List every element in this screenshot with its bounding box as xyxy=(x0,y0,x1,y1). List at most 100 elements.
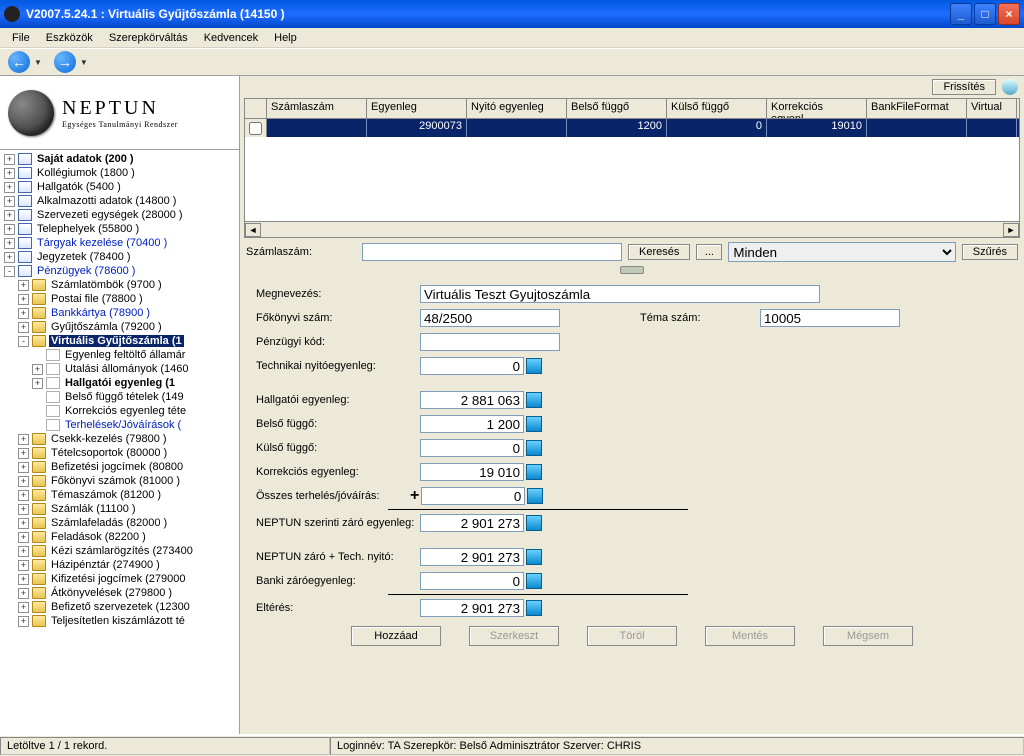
input-penzugyi[interactable] xyxy=(420,333,560,351)
tree-node[interactable]: +Kifizetési jogcímek (279000 xyxy=(0,572,239,586)
input-banki[interactable] xyxy=(420,572,524,590)
tree-node[interactable]: +Gyűjtőszámla (79200 ) xyxy=(0,320,239,334)
search-more-button[interactable]: ... xyxy=(696,244,722,260)
tree-node[interactable]: +Utalási állományok (1460 xyxy=(0,362,239,376)
input-osszes[interactable] xyxy=(421,487,525,505)
expand-icon[interactable]: + xyxy=(32,364,43,375)
calc-icon[interactable] xyxy=(526,416,542,432)
tree-node[interactable]: Egyenleg feltöltő államár xyxy=(0,348,239,362)
expand-icon[interactable]: + xyxy=(18,462,29,473)
expand-icon[interactable]: + xyxy=(18,322,29,333)
input-technikai[interactable] xyxy=(420,357,524,375)
tree-node[interactable]: -Virtuális Gyűjtőszámla (1 xyxy=(0,334,239,348)
expand-icon[interactable]: + xyxy=(18,504,29,515)
calc-icon[interactable] xyxy=(526,358,542,374)
expand-icon[interactable]: + xyxy=(18,308,29,319)
input-fokonyvi[interactable] xyxy=(420,309,560,327)
tree-node[interactable]: +Feladások (82200 ) xyxy=(0,530,239,544)
expand-icon[interactable] xyxy=(32,406,43,417)
expand-icon[interactable]: + xyxy=(18,280,29,291)
input-belso[interactable] xyxy=(420,415,524,433)
col-szamlaszam[interactable]: Számlaszám xyxy=(267,99,367,118)
input-tema[interactable] xyxy=(760,309,900,327)
grid-hscroll[interactable]: ◄ ► xyxy=(245,221,1019,237)
col-belso[interactable]: Belső függő xyxy=(567,99,667,118)
tree-node[interactable]: +Jegyzetek (78400 ) xyxy=(0,250,239,264)
tree-node[interactable]: +Postai file (78800 ) xyxy=(0,292,239,306)
input-korrekcio[interactable] xyxy=(420,463,524,481)
refresh-button[interactable]: Frissítés xyxy=(932,79,996,95)
expand-icon[interactable]: + xyxy=(32,378,43,389)
calc-icon[interactable] xyxy=(526,440,542,456)
tree-node[interactable]: +Szervezeti egységek (28000 ) xyxy=(0,208,239,222)
minimize-button[interactable]: _ xyxy=(950,3,972,25)
col-virtual[interactable]: Virtual xyxy=(967,99,1017,118)
expand-icon[interactable]: + xyxy=(18,616,29,627)
calc-icon[interactable] xyxy=(526,600,542,616)
globe-icon[interactable] xyxy=(1002,79,1018,95)
expand-icon[interactable]: + xyxy=(4,154,15,165)
tree-node[interactable]: +Kézi számlarögzítés (273400 xyxy=(0,544,239,558)
tree-node[interactable]: +Átkönyvelések (279800 ) xyxy=(0,586,239,600)
tree-node[interactable]: +Főkönyvi számok (81000 ) xyxy=(0,474,239,488)
col-egyenleg[interactable]: Egyenleg xyxy=(367,99,467,118)
tree-node[interactable]: +Kollégiumok (1800 ) xyxy=(0,166,239,180)
expand-icon[interactable]: + xyxy=(18,546,29,557)
menu-help[interactable]: Help xyxy=(266,30,305,46)
calc-icon[interactable] xyxy=(526,549,542,565)
maximize-button[interactable]: □ xyxy=(974,3,996,25)
tree-node[interactable]: +Témaszámok (81200 ) xyxy=(0,488,239,502)
filter-button[interactable]: Szűrés xyxy=(962,244,1018,260)
add-button[interactable]: Hozzáad xyxy=(351,626,441,646)
expand-icon[interactable]: + xyxy=(18,518,29,529)
tree-node[interactable]: +Házipénztár (274900 ) xyxy=(0,558,239,572)
expand-icon[interactable]: + xyxy=(4,182,15,193)
collapse-icon[interactable]: - xyxy=(18,336,29,347)
input-megnevezes[interactable] xyxy=(420,285,820,303)
tree-node[interactable]: +Tárgyak kezelése (70400 ) xyxy=(0,236,239,250)
delete-button[interactable]: Töröl xyxy=(587,626,677,646)
tree-node[interactable]: +Befizetési jogcímek (80800 xyxy=(0,460,239,474)
tree-node[interactable]: +Tételcsoportok (80000 ) xyxy=(0,446,239,460)
filter-select[interactable]: Minden xyxy=(728,242,955,262)
tree-node[interactable]: +Befizető szervezetek (12300 xyxy=(0,600,239,614)
col-nyito[interactable]: Nyitó egyenleg xyxy=(467,99,567,118)
nav-forward-button[interactable]: → xyxy=(54,51,76,73)
scroll-left-icon[interactable]: ◄ xyxy=(245,223,261,237)
calc-icon[interactable] xyxy=(526,464,542,480)
expand-icon[interactable] xyxy=(32,420,43,431)
expand-icon[interactable]: + xyxy=(4,224,15,235)
search-button[interactable]: Keresés xyxy=(628,244,690,260)
tree-node[interactable]: +Hallgatók (5400 ) xyxy=(0,180,239,194)
tree-node[interactable]: +Bankkártya (78900 ) xyxy=(0,306,239,320)
expand-icon[interactable] xyxy=(32,350,43,361)
nav-forward-dropdown[interactable]: ▼ xyxy=(80,58,88,67)
tree-node[interactable]: +Hallgatói egyenleg (1 xyxy=(0,376,239,390)
expand-icon[interactable]: + xyxy=(18,490,29,501)
calc-icon[interactable] xyxy=(526,392,542,408)
menu-file[interactable]: File xyxy=(4,30,38,46)
save-button[interactable]: Mentés xyxy=(705,626,795,646)
tree-node[interactable]: +Csekk-kezelés (79800 ) xyxy=(0,432,239,446)
input-kulso[interactable] xyxy=(420,439,524,457)
collapse-icon[interactable]: - xyxy=(4,266,15,277)
tree-node[interactable]: +Saját adatok (200 ) xyxy=(0,152,239,166)
tree-node[interactable]: Belső függő tételek (149 xyxy=(0,390,239,404)
input-hallgatoi[interactable] xyxy=(420,391,524,409)
data-grid[interactable]: Számlaszám Egyenleg Nyitó egyenleg Belső… xyxy=(244,98,1020,238)
edit-button[interactable]: Szerkeszt xyxy=(469,626,559,646)
input-neptun-zaro[interactable] xyxy=(420,514,524,532)
expand-icon[interactable]: + xyxy=(18,560,29,571)
close-button[interactable]: × xyxy=(998,3,1020,25)
menu-favorites[interactable]: Kedvencek xyxy=(196,30,266,46)
expand-icon[interactable]: + xyxy=(18,532,29,543)
tree-node[interactable]: -Pénzügyek (78600 ) xyxy=(0,264,239,278)
col-kulso[interactable]: Külső függő xyxy=(667,99,767,118)
tree-node[interactable]: +Alkalmazotti adatok (14800 ) xyxy=(0,194,239,208)
col-korrekcio[interactable]: Korrekciós egyenl... xyxy=(767,99,867,118)
row-checkbox[interactable] xyxy=(249,122,262,135)
nav-back-button[interactable]: ← xyxy=(8,51,30,73)
input-elteres[interactable] xyxy=(420,599,524,617)
calc-icon[interactable] xyxy=(526,515,542,531)
calc-icon[interactable] xyxy=(526,573,542,589)
